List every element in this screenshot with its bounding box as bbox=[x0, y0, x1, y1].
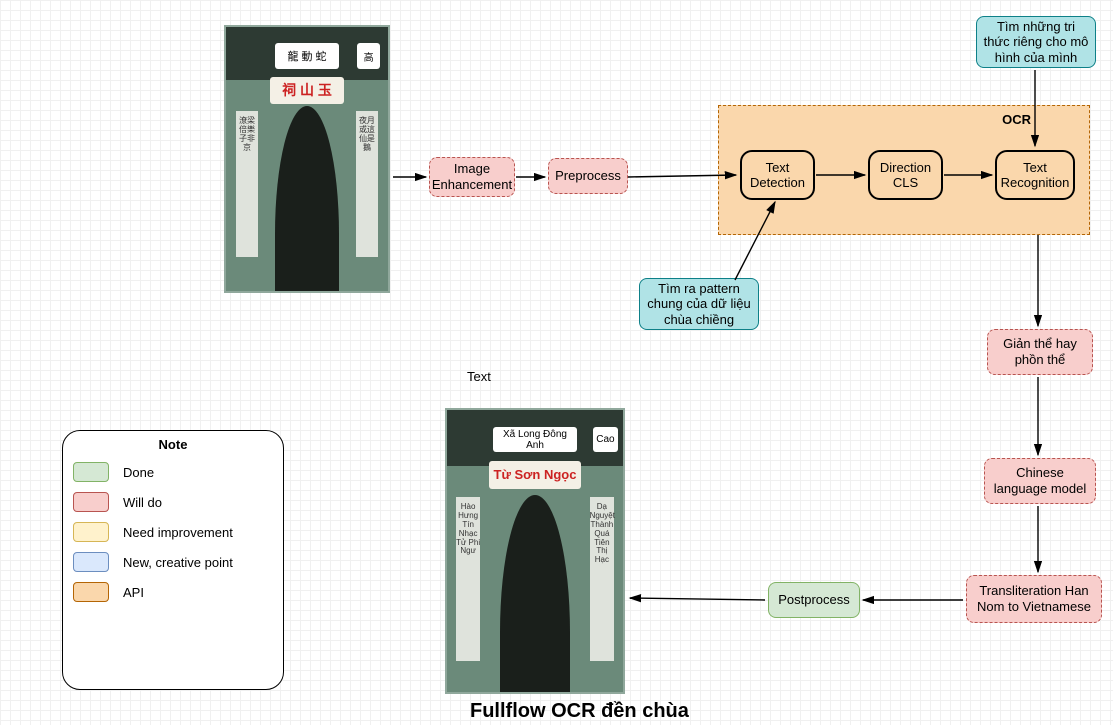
input-right-pillar: 夜月或這仙是鵝 bbox=[356, 111, 379, 256]
gianthe-box[interactable]: Giản thể hay phồn thể bbox=[987, 329, 1093, 375]
text-static-label: Text bbox=[467, 369, 491, 384]
swatch-done bbox=[73, 462, 109, 482]
input-top-banner: 龍 動 蛇 bbox=[275, 43, 340, 69]
legend-api-label: API bbox=[123, 585, 144, 600]
output-main-sign: Từ Sơn Ngọc bbox=[489, 461, 581, 489]
pattern-label: Tìm ra pattern chung của dữ liệu chùa ch… bbox=[646, 281, 752, 328]
translit-label: Transliteration Han Nom to Vietnamese bbox=[973, 583, 1095, 614]
text-detection-label: Text Detection bbox=[742, 160, 813, 190]
legend-row-need: Need improvement bbox=[73, 522, 273, 542]
output-left-pillar: Hào Hưng Tín Nhạc Tử Phi Ngư bbox=[456, 497, 481, 661]
pattern-box[interactable]: Tìm ra pattern chung của dữ liệu chùa ch… bbox=[639, 278, 759, 330]
text-recognition-label: Text Recognition bbox=[997, 160, 1073, 190]
swatch-new bbox=[73, 552, 109, 572]
image-enhancement-box[interactable]: Image Enhancement bbox=[429, 157, 515, 197]
legend-row-willdo: Will do bbox=[73, 492, 273, 512]
preprocess-box[interactable]: Preprocess bbox=[548, 158, 628, 194]
ocr-label: OCR bbox=[1002, 112, 1031, 127]
swatch-willdo bbox=[73, 492, 109, 512]
direction-cls-label: Direction CLS bbox=[870, 160, 941, 190]
legend-done-label: Done bbox=[123, 465, 154, 480]
output-righttop: Cao bbox=[593, 427, 618, 452]
swatch-api bbox=[73, 582, 109, 602]
chinese-lm-box[interactable]: Chinese language model bbox=[984, 458, 1096, 504]
input-righttop: 高 bbox=[357, 43, 380, 69]
diagram-title: Fullflow OCR đền chùa bbox=[470, 700, 689, 723]
note-title: Note bbox=[73, 437, 273, 452]
input-image[interactable]: 龍 動 蛇 高 祠 山 玉 潦梁倍樂子非京 夜月或這仙是鵝 bbox=[224, 25, 390, 293]
image-enhancement-label: Image Enhancement bbox=[432, 161, 512, 192]
input-main-sign: 祠 山 玉 bbox=[270, 77, 345, 103]
translit-box[interactable]: Transliteration Han Nom to Vietnamese bbox=[966, 575, 1102, 623]
postprocess-label: Postprocess bbox=[778, 592, 850, 608]
diagram-canvas: OCR Text Detection Direction CLS Text Re… bbox=[0, 0, 1113, 725]
note-panel: Note Done Will do Need improvement New, … bbox=[62, 430, 284, 690]
legend-new-label: New, creative point bbox=[123, 555, 233, 570]
postprocess-box[interactable]: Postprocess bbox=[768, 582, 860, 618]
gianthe-label: Giản thể hay phồn thể bbox=[994, 336, 1086, 367]
text-detection-box[interactable]: Text Detection bbox=[740, 150, 815, 200]
output-right-pillar: Dạ Nguyệt Thành Quá Tiên Thị Hạc bbox=[590, 497, 615, 661]
text-recognition-box[interactable]: Text Recognition bbox=[995, 150, 1075, 200]
output-top-banner: Xã Long Đông Anh bbox=[493, 427, 578, 452]
legend-row-api: API bbox=[73, 582, 273, 602]
legend-row-new: New, creative point bbox=[73, 552, 273, 572]
chinese-lm-label: Chinese language model bbox=[991, 465, 1089, 496]
output-image[interactable]: Xã Long Đông Anh Cao Từ Sơn Ngọc Hào Hưn… bbox=[445, 408, 625, 694]
input-left-pillar: 潦梁倍樂子非京 bbox=[236, 111, 259, 256]
trithuc-label: Tìm những tri thức riêng cho mô hình của… bbox=[983, 19, 1089, 66]
legend-row-done: Done bbox=[73, 462, 273, 482]
legend-willdo-label: Will do bbox=[123, 495, 162, 510]
legend-need-label: Need improvement bbox=[123, 525, 233, 540]
trithuc-box[interactable]: Tìm những tri thức riêng cho mô hình của… bbox=[976, 16, 1096, 68]
preprocess-label: Preprocess bbox=[555, 168, 621, 184]
direction-cls-box[interactable]: Direction CLS bbox=[868, 150, 943, 200]
swatch-need bbox=[73, 522, 109, 542]
